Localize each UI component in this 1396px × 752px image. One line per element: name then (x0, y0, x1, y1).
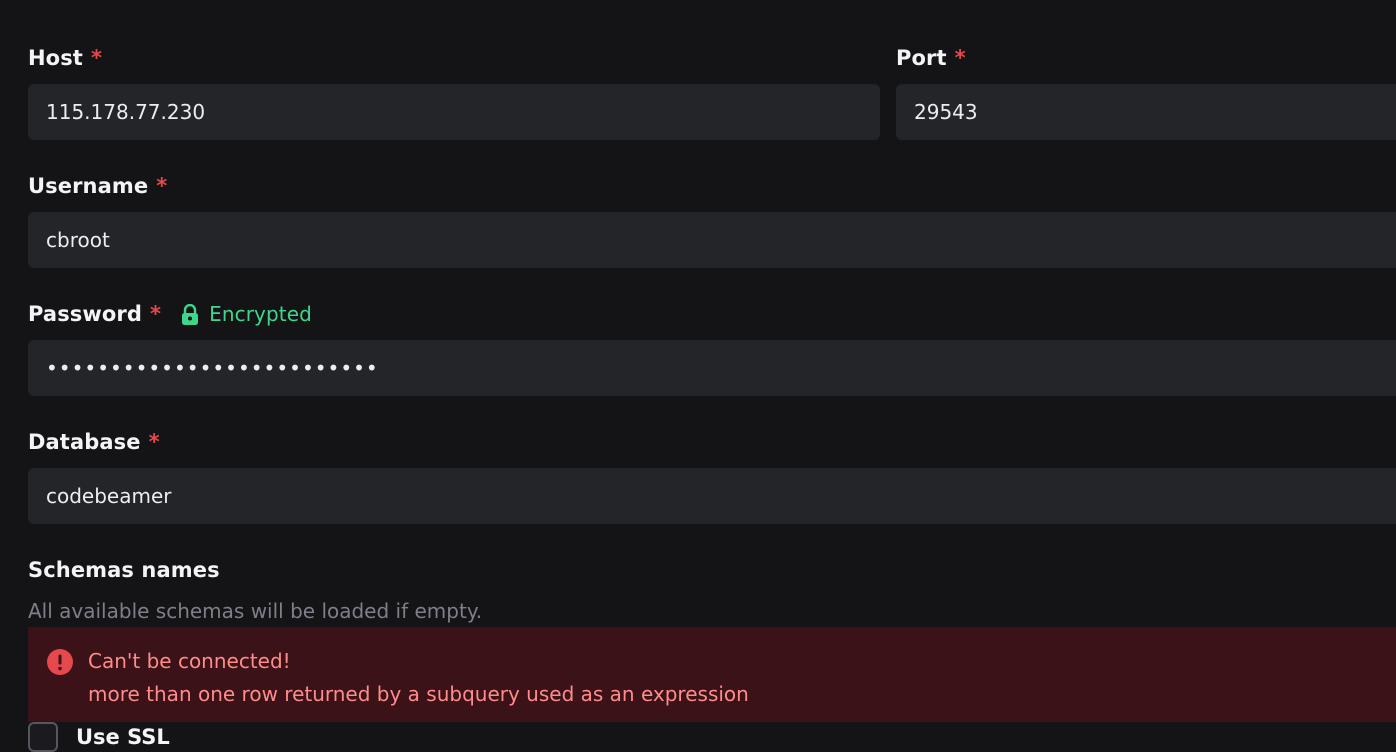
use-ssl-checkbox[interactable] (28, 722, 58, 752)
password-required-mark: * (150, 302, 162, 326)
lock-icon (182, 303, 199, 325)
port-label: Port * (896, 46, 966, 70)
host-required-mark: * (90, 46, 103, 70)
database-label: Database * (28, 430, 160, 454)
schemas-hint: All available schemas will be loaded if … (28, 599, 483, 623)
username-label: Username * (28, 174, 167, 198)
database-input[interactable]: codebeamer (28, 468, 1396, 524)
port-input-value: 29543 (914, 100, 978, 124)
encrypted-badge: Encrypted (181, 302, 312, 326)
username-input-value: cbroot (46, 228, 110, 252)
connection-error-alert: Can't be connected! more than one row re… (28, 627, 1396, 722)
port-required-mark: * (954, 46, 966, 70)
port-label-text: Port (896, 46, 947, 70)
password-label: Password * Encrypted (28, 302, 312, 326)
use-ssl-label: Use SSL (76, 725, 170, 749)
host-input-value: 115.178.77.230 (46, 100, 206, 124)
password-input[interactable]: •••••••••••••••••••••••••• (28, 340, 1396, 396)
password-masked-value: •••••••••••••••••••••••••• (46, 356, 379, 380)
port-input[interactable]: 29543 (896, 84, 1396, 140)
password-label-text: Password (28, 302, 143, 326)
database-label-text: Database (28, 430, 141, 454)
database-required-mark: * (148, 430, 160, 454)
host-label: Host * (28, 46, 102, 70)
error-title: Can't be connected! (88, 649, 291, 673)
database-input-value: codebeamer (46, 484, 172, 508)
username-required-mark: * (156, 174, 168, 198)
connection-form: Host * 115.178.77.230 Port * 29543 Usern… (28, 0, 1396, 752)
error-circle-icon (47, 649, 73, 675)
username-label-text: Username (28, 174, 149, 198)
error-message: more than one row returned by a subquery… (88, 682, 749, 706)
error-text: Can't be connected! more than one row re… (88, 645, 749, 722)
username-input[interactable]: cbroot (28, 212, 1396, 268)
host-label-text: Host (28, 46, 83, 70)
schemas-label-text: Schemas names (28, 558, 220, 582)
encrypted-text: Encrypted (209, 302, 312, 326)
host-input[interactable]: 115.178.77.230 (28, 84, 880, 140)
use-ssl-row: Use SSL (28, 722, 170, 752)
schemas-label: Schemas names (28, 558, 220, 582)
